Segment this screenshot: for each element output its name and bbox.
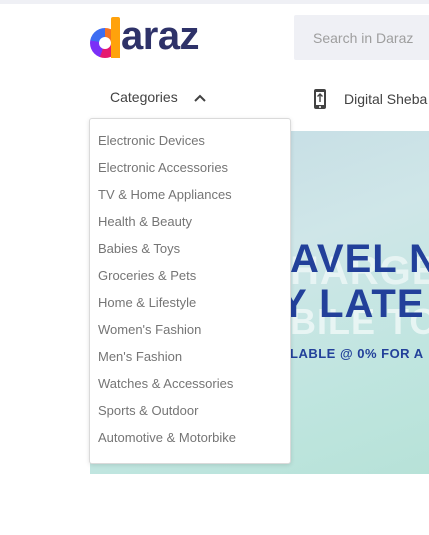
logo-d-mark [90,13,120,58]
category-item[interactable]: Electronic Devices [90,130,290,157]
daraz-logo[interactable]: araz [90,10,200,58]
categories-dropdown: Electronic Devices Electronic Accessorie… [89,118,291,464]
category-item[interactable]: Electronic Accessories [90,157,290,184]
digital-sheba-label: Digital Sheba [344,91,428,107]
chevron-up-icon [192,91,208,103]
category-item[interactable]: Babies & Toys [90,238,290,265]
mobile-phone-icon [312,88,328,110]
category-item[interactable]: Groceries & Pets [90,265,290,292]
category-item[interactable]: TV & Home Appliances [90,184,290,211]
category-item[interactable]: Automotive & Motorbike [90,427,290,454]
banner-line-3: Y LATE [280,282,425,326]
search-input[interactable] [294,15,429,60]
category-item[interactable]: Watches & Accessories [90,373,290,400]
categories-label: Categories [110,89,178,105]
category-item[interactable]: Home & Lifestyle [90,292,290,319]
banner-line-1: AVEL N [290,237,429,281]
categories-toggle[interactable]: Categories [110,89,208,105]
logo-wordmark: araz [121,14,200,58]
banner-line-5: LABLE @ 0% FOR A [290,346,424,361]
category-item[interactable]: Women's Fashion [90,319,290,346]
category-item[interactable]: Sports & Outdoor [90,400,290,427]
category-item[interactable]: Men's Fashion [90,346,290,373]
top-strip [0,0,429,4]
category-item[interactable]: Health & Beauty [90,211,290,238]
search-box [294,15,429,60]
digital-sheba-link[interactable]: Digital Sheba [312,88,427,110]
